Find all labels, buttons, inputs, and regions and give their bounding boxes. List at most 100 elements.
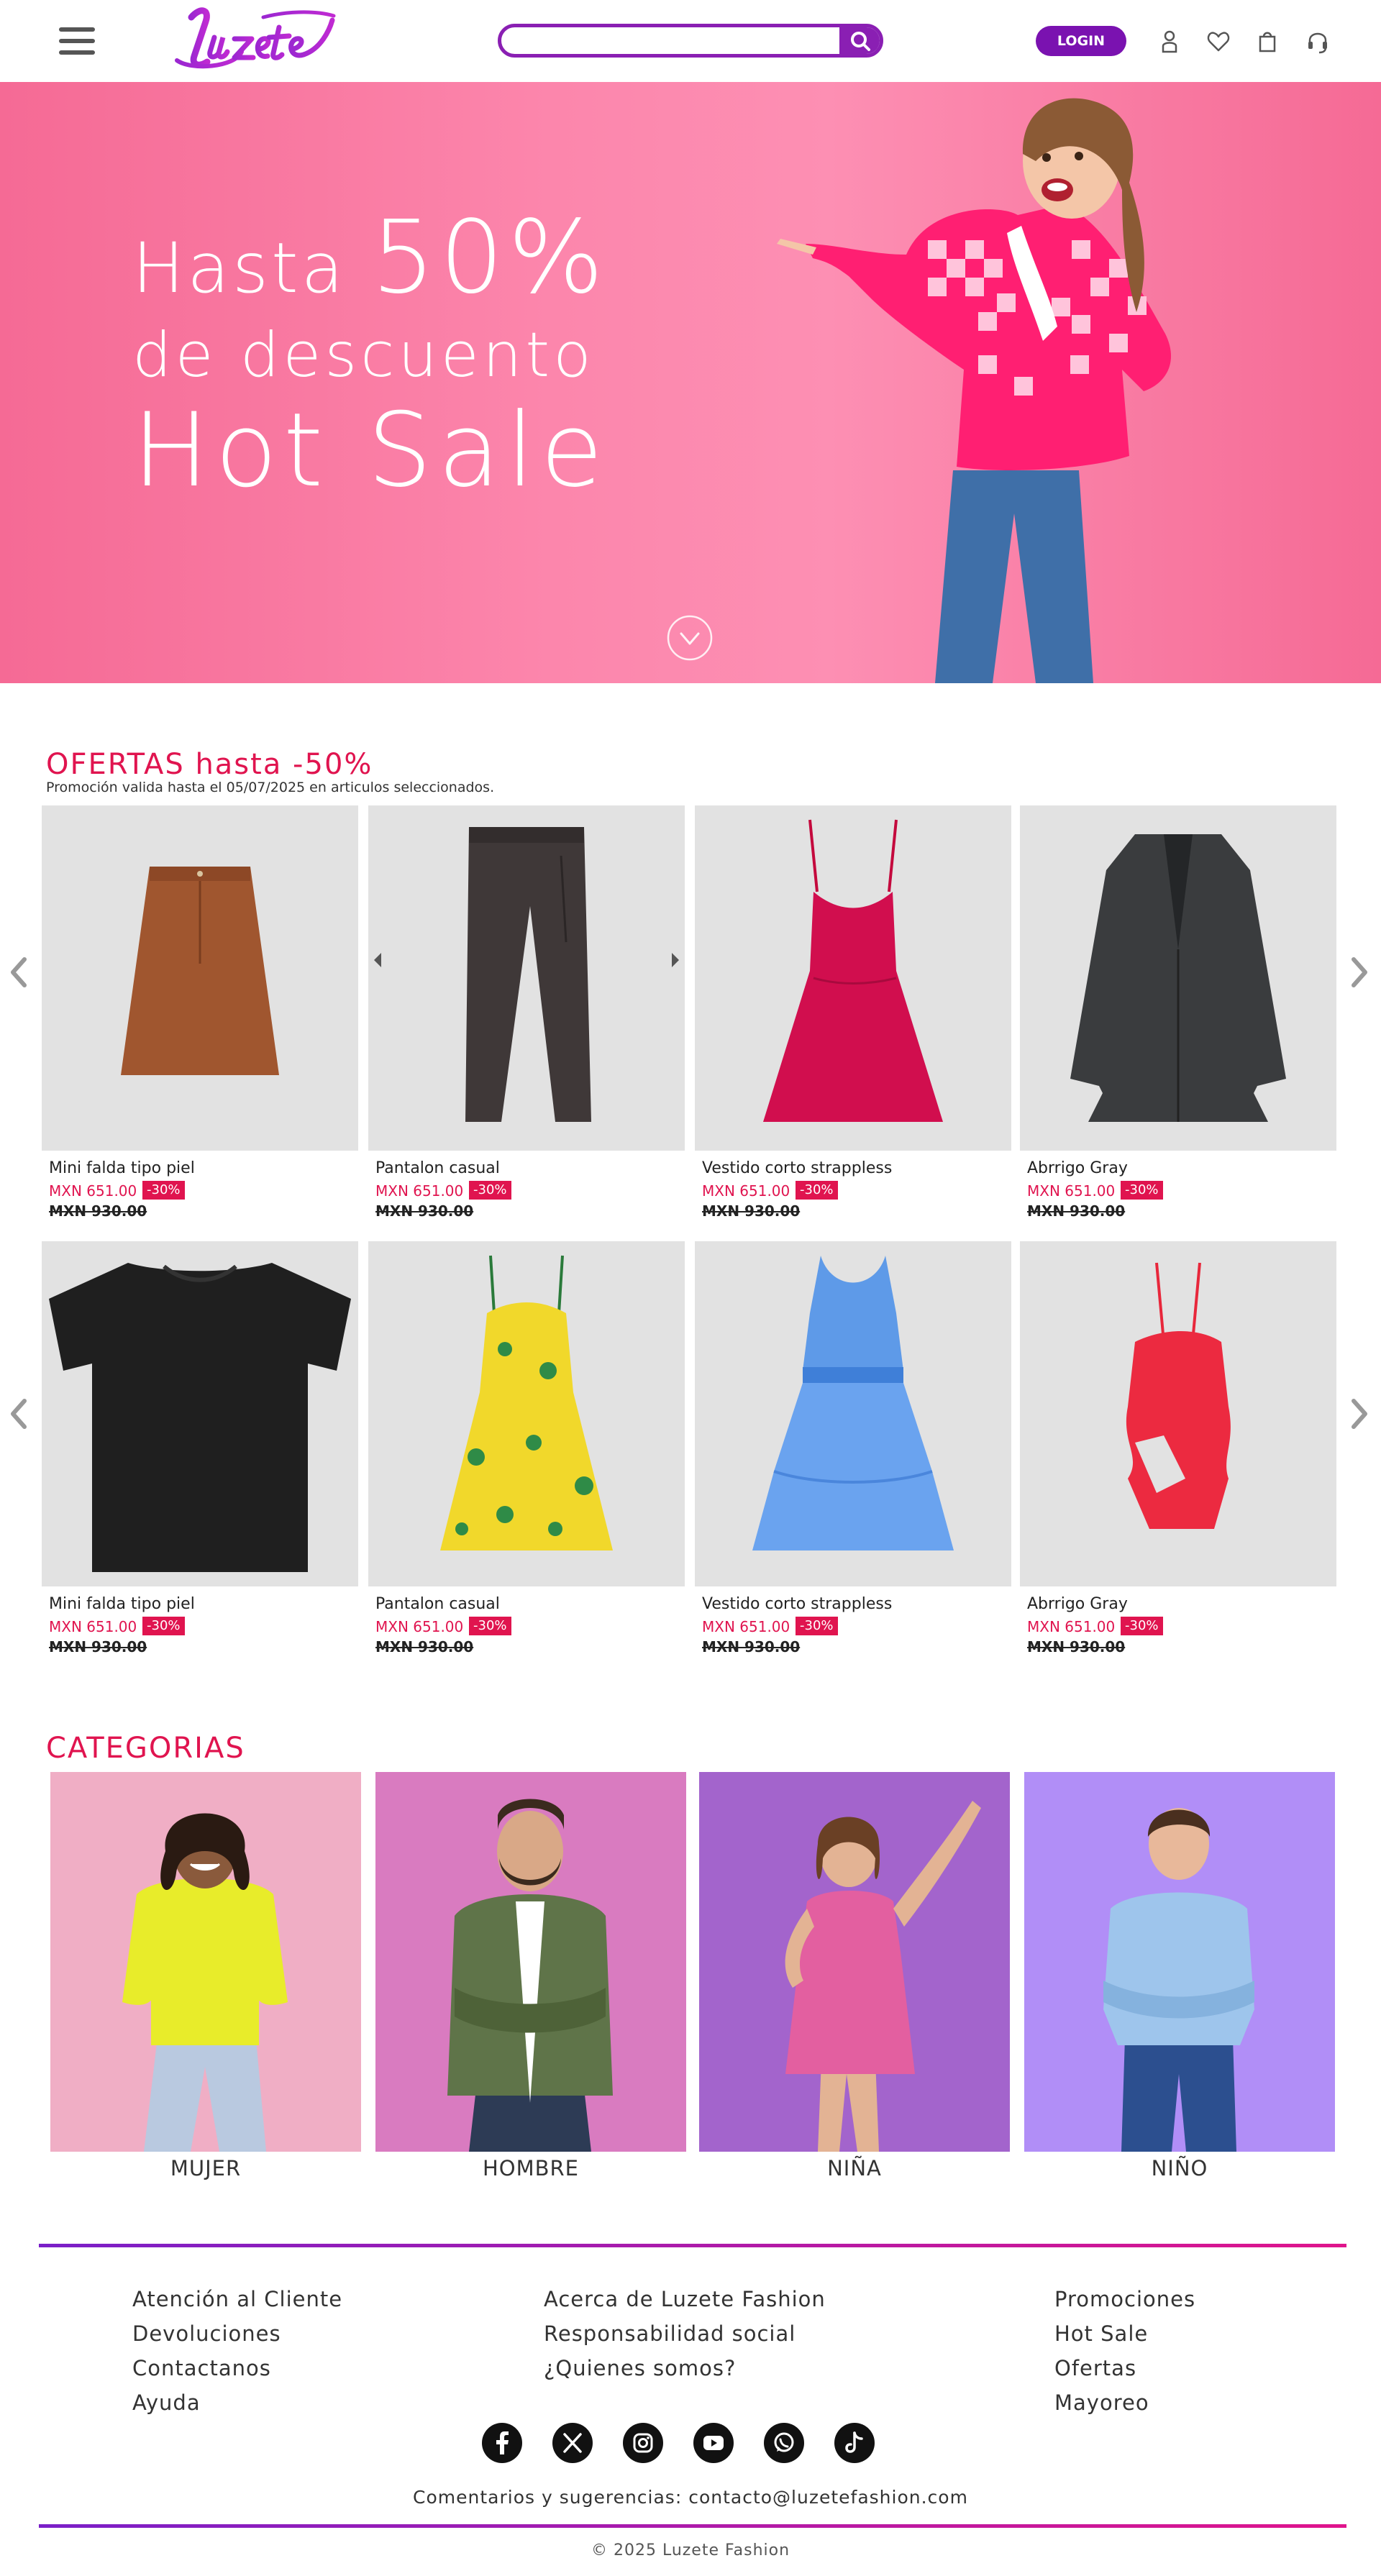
footer-link-devoluciones[interactable]: Devoluciones [132,2321,281,2346]
category-image-hombre [447,1799,613,2152]
shopping-bag-icon[interactable] [1252,26,1283,58]
footer-link-responsabilidad[interactable]: Responsabilidad social [544,2321,796,2346]
headset-icon[interactable] [1302,26,1334,58]
user-icon[interactable] [1154,26,1185,58]
category-label-nino[interactable]: NIÑO [1024,2156,1335,2180]
discount-badge: -30% [469,1181,511,1200]
heart-icon[interactable] [1203,26,1234,58]
scroll-down-icon[interactable] [666,614,714,662]
product-photo [440,1255,613,1550]
category-image-mujer [122,1813,288,2152]
product-price: MXN 651.00 [49,1618,137,1635]
page: { "brand": {"name": "Luzete"}, "header":… [0,0,1381,2576]
search-icon [851,32,870,51]
whatsapp-icon[interactable] [764,2423,804,2463]
product-image[interactable] [42,805,358,1151]
product-image[interactable] [368,805,685,1151]
product-photo [763,819,943,1122]
product-name[interactable]: Vestido corto strappless [702,1595,892,1613]
footer-copyright: © 2025 Luzete Fashion [591,2541,790,2559]
product-old-price: MXN 930.00 [375,1202,474,1220]
category-label-nina[interactable]: NIÑA [699,2156,1010,2180]
hero-line-3: Hot Sale [132,391,609,510]
product-photo [752,1256,954,1550]
product-old-price: MXN 930.00 [702,1638,801,1655]
product-name[interactable]: Abrrigo Gray [1027,1595,1128,1613]
footer-link-ayuda[interactable]: Ayuda [132,2390,201,2415]
search-input[interactable] [513,30,829,52]
product-price: MXN 651.00 [49,1182,137,1200]
search-button[interactable] [839,27,880,54]
discount-badge: -30% [1121,1617,1163,1635]
product-price: MXN 651.00 [1027,1618,1116,1635]
hero-model-image [777,98,1172,683]
product-photo [374,827,679,1122]
category-card-mujer[interactable] [50,1772,361,2152]
discount-badge: -30% [796,1181,838,1200]
hero-line-1-prefix: Hasta [132,228,347,309]
login-button[interactable]: LOGIN [1036,26,1126,56]
product-old-price: MXN 930.00 [49,1638,147,1655]
product-old-price: MXN 930.00 [49,1202,147,1220]
product-name[interactable]: Vestido corto strappless [702,1159,892,1177]
hero-discount-value: 50% [371,199,609,316]
product-price: MXN 651.00 [375,1618,464,1635]
product-old-price: MXN 930.00 [375,1638,474,1655]
product-image[interactable] [368,1241,685,1586]
offers-note: Promoción valida hasta el 05/07/2025 en … [46,780,495,795]
categories-title: CATEGORIAS [46,1732,245,1765]
product-name[interactable]: Pantalon casual [375,1159,500,1177]
luzete-logo[interactable] [163,1,342,79]
footer-link-mayoreo[interactable]: Mayoreo [1054,2390,1149,2415]
offers-row-1-prev-arrow[interactable] [4,951,33,994]
search-bar [498,24,883,58]
footer-link-acerca[interactable]: Acerca de Luzete Fashion [544,2287,826,2311]
footer-link-hot-sale[interactable]: Hot Sale [1054,2321,1148,2346]
product-image[interactable] [695,805,1011,1151]
offers-row-1-next-arrow[interactable] [1345,951,1374,994]
hero-line-1: Hasta 50% [132,208,608,315]
product-old-price: MXN 930.00 [702,1202,801,1220]
facebook-icon[interactable] [482,2423,522,2463]
product-image[interactable] [1020,805,1336,1151]
product-price: MXN 651.00 [375,1182,464,1200]
offers-row-2-next-arrow[interactable] [1345,1392,1374,1435]
product-image[interactable] [42,1241,358,1586]
product-photo [121,867,279,1075]
footer-link-ofertas[interactable]: Ofertas [1054,2356,1136,2380]
product-photo [49,1263,351,1572]
product-image[interactable] [1020,1241,1336,1586]
footer-divider-bottom [39,2524,1346,2528]
footer-divider-top [39,2244,1346,2247]
footer-feedback: Comentarios y sugerencias: contacto@luze… [413,2487,968,2508]
footer-link-contactanos[interactable]: Contactanos [132,2356,271,2380]
youtube-icon[interactable] [693,2423,734,2463]
footer-link-promociones[interactable]: Promociones [1054,2287,1195,2311]
category-card-nino[interactable] [1024,1772,1335,2152]
discount-badge: -30% [142,1181,185,1200]
product-old-price: MXN 930.00 [1027,1202,1126,1220]
category-card-nina[interactable] [699,1772,1010,2152]
product-name[interactable]: Pantalon casual [375,1595,500,1613]
hero-line-2: de descuento [132,319,595,391]
footer-link-atencion[interactable]: Atención al Cliente [132,2287,342,2311]
category-label-mujer[interactable]: MUJER [50,2156,361,2180]
product-name[interactable]: Mini falda tipo piel [49,1159,195,1177]
tiktok-icon[interactable] [834,2423,875,2463]
product-old-price: MXN 930.00 [1027,1638,1126,1655]
product-name[interactable]: Abrrigo Gray [1027,1159,1128,1177]
discount-badge: -30% [469,1617,511,1635]
footer-link-quienes-somos[interactable]: ¿Quienes somos? [544,2356,736,2380]
offers-row-2-prev-arrow[interactable] [4,1392,33,1435]
category-label-hombre[interactable]: HOMBRE [375,2156,686,2180]
site-header: LOGIN [0,0,1381,82]
instagram-icon[interactable] [623,2423,663,2463]
product-image[interactable] [695,1241,1011,1586]
menu-icon[interactable] [58,26,98,56]
product-name[interactable]: Mini falda tipo piel [49,1595,195,1613]
category-card-hombre[interactable] [375,1772,686,2152]
product-price: MXN 651.00 [702,1182,790,1200]
discount-badge: -30% [796,1617,838,1635]
hero-banner[interactable]: Hasta 50% de descuento Hot Sale [0,82,1381,683]
x-icon[interactable] [552,2423,593,2463]
